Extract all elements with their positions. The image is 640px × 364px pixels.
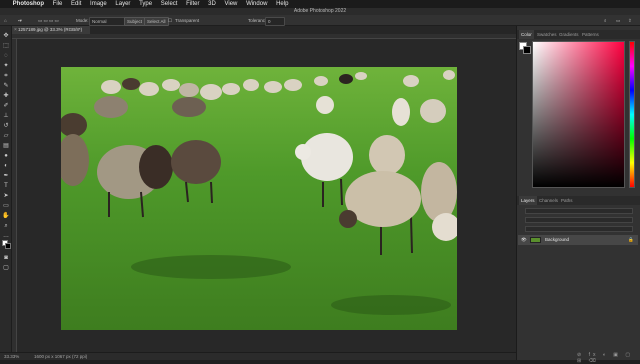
tools-panel: ✥ ⬚ ◌ ✦ ⌗ ✎ ✚ ✐ ⊥ ↺ ▱ ▤ ● ◐ ✒ T ➤ ▭ ✋ ⌕ … <box>0 26 12 352</box>
transparent-label: Transparent <box>175 18 200 23</box>
layers-panel-tabs: Layers Channels Paths <box>517 196 640 205</box>
tab-color[interactable]: Color <box>519 30 534 39</box>
type-icon[interactable]: T <box>2 182 10 190</box>
tab-paths[interactable]: Paths <box>559 196 575 205</box>
select-subject-button[interactable]: Subject <box>124 17 146 26</box>
close-tab-icon[interactable]: × <box>14 26 17 34</box>
stamp-icon[interactable]: ⊥ <box>2 112 10 120</box>
magic-wand-icon[interactable]: ✦ <box>2 62 10 70</box>
home-icon[interactable]: ⌂ <box>4 17 7 24</box>
zoom-icon[interactable]: ⌕ <box>2 222 10 230</box>
menu-layer[interactable]: Layer <box>115 0 130 8</box>
menu-window[interactable]: Window <box>246 0 267 8</box>
menu-edit[interactable]: Edit <box>71 0 81 8</box>
document-tab-label: 1257189.jpg @ 33.3% (RGB/8*) <box>18 27 83 32</box>
selection-mode-icons[interactable]: ▭ ▭ ▭ ▭ <box>38 17 59 24</box>
tab-layers[interactable]: Layers <box>519 196 537 205</box>
blur-icon[interactable]: ● <box>2 152 10 160</box>
hand-icon[interactable]: ✋ <box>2 212 10 220</box>
layers-footer-icons[interactable]: ⊘ fx ◐ ▣ ▢ ⊞ ⌫ <box>577 352 637 364</box>
color-picker-field[interactable] <box>532 41 625 188</box>
menu-photoshop[interactable]: Photoshop <box>13 0 44 8</box>
menu-select[interactable]: Select <box>161 0 178 8</box>
crop-icon[interactable]: ⌗ <box>2 72 10 80</box>
brush-icon[interactable]: ✐ <box>2 102 10 110</box>
select-all-button[interactable]: Select All <box>144 17 169 26</box>
tab-channels[interactable]: Channels <box>537 196 560 205</box>
tab-patterns[interactable]: Patterns <box>580 30 601 39</box>
eraser-icon[interactable]: ▱ <box>2 132 10 140</box>
status-bar: 33.33% 1600 px x 1067 px (72 ppi) <box>0 352 516 360</box>
tab-gradients[interactable]: Gradients <box>557 30 581 39</box>
eyedropper-icon[interactable]: ✎ <box>2 82 10 90</box>
more-tools-icon[interactable]: … <box>2 232 10 240</box>
menu-help[interactable]: Help <box>276 0 288 8</box>
mode-select[interactable]: Normal <box>89 17 125 26</box>
search-icon[interactable]: ⌕ <box>604 17 607 24</box>
history-brush-icon[interactable]: ↺ <box>2 122 10 130</box>
window-title: Adobe Photoshop 2022 <box>293 8 347 14</box>
menu-type[interactable]: Type <box>139 0 152 8</box>
screen-mode-icon[interactable]: ▢ <box>2 264 10 272</box>
tab-swatches[interactable]: Swatches <box>535 30 559 39</box>
document-image[interactable] <box>61 67 457 330</box>
menu-3d[interactable]: 3D <box>208 0 216 8</box>
menu-image[interactable]: Image <box>90 0 107 8</box>
tool-preset-icon[interactable]: ▪▾ <box>18 17 22 24</box>
panel-fg-bg-swatches[interactable] <box>519 42 531 54</box>
sheep-photo <box>61 67 457 330</box>
workspace-icon[interactable]: ▭ <box>616 17 620 24</box>
layer-thumbnail <box>530 237 541 243</box>
move-icon[interactable]: ✥ <box>2 32 10 40</box>
document-tab-bar: × 1257189.jpg @ 33.3% (RGB/8*) <box>12 26 516 34</box>
lock-bar[interactable] <box>525 226 633 232</box>
layer-row[interactable]: 👁 Background 🔒 <box>518 235 638 245</box>
pen-icon[interactable]: ✒ <box>2 172 10 180</box>
window-title-bar: Adobe Photoshop 2022 <box>0 8 640 15</box>
gradient-icon[interactable]: ▤ <box>2 142 10 150</box>
rectangle-icon[interactable]: ▭ <box>2 202 10 210</box>
color-panel-tabs: Color Swatches Gradients Patterns <box>517 30 640 39</box>
mode-label: Mode: <box>76 18 89 23</box>
tolerance-input[interactable]: 0 <box>265 17 285 26</box>
menu-view[interactable]: View <box>224 0 237 8</box>
blend-mode-bar[interactable] <box>525 217 633 223</box>
options-bar: ⌂ ▪▾ ▭ ▭ ▭ ▭ Mode: Normal Subject Select… <box>0 15 640 26</box>
healing-icon[interactable]: ✚ <box>2 92 10 100</box>
dodge-icon[interactable]: ◐ <box>2 162 10 170</box>
background-color-swatch[interactable] <box>5 243 11 249</box>
quick-mask-icon[interactable]: ◙ <box>2 254 10 262</box>
marquee-icon[interactable]: ⬚ <box>2 42 10 50</box>
hue-slider[interactable] <box>629 41 635 188</box>
share-icon[interactable]: ⇪ <box>628 17 632 24</box>
layer-name: Background <box>545 237 570 242</box>
layer-filter-bar[interactable] <box>525 208 633 214</box>
mac-menu-bar: Photoshop File Edit Image Layer Type Sel… <box>0 0 640 8</box>
panel-background-swatch[interactable] <box>523 46 531 54</box>
transparent-checkbox[interactable]: ☐ <box>168 17 172 24</box>
eye-icon[interactable]: 👁 <box>521 235 527 245</box>
lock-icon[interactable]: 🔒 <box>628 235 634 245</box>
path-select-icon[interactable]: ➤ <box>2 192 10 200</box>
document-tab[interactable]: × 1257189.jpg @ 33.3% (RGB/8*) <box>12 26 90 34</box>
lasso-icon[interactable]: ◌ <box>2 52 10 60</box>
menu-file[interactable]: File <box>53 0 63 8</box>
menu-filter[interactable]: Filter <box>186 0 199 8</box>
